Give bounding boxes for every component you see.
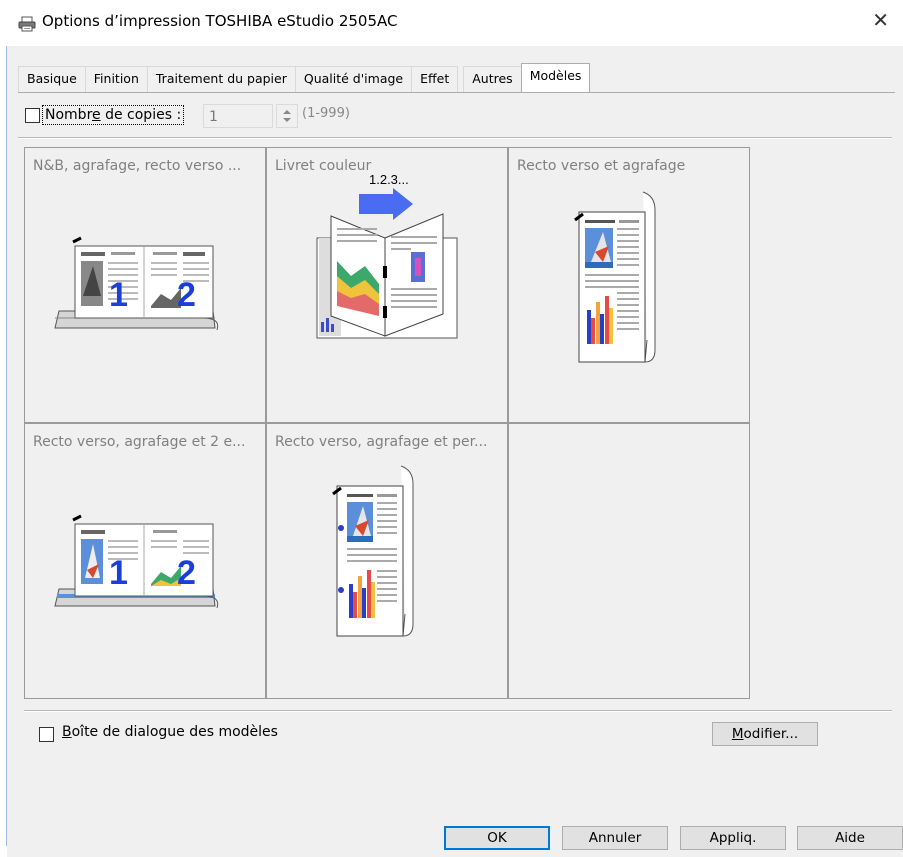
- duplex-staple-punch-icon: [332, 465, 414, 637]
- templates-dialog-label: Boîte de dialogue des modèles: [62, 724, 278, 740]
- modify-button[interactable]: Modifier...: [712, 722, 818, 746]
- template-tile-duplex-staple-2up[interactable]: Recto verso, agrafage et 2 e... 1 2: [24, 423, 266, 699]
- template-tile-empty[interactable]: [508, 423, 750, 699]
- spinner-down-icon[interactable]: [283, 118, 291, 122]
- printer-icon: [18, 16, 36, 36]
- separator: [24, 710, 892, 712]
- tab-traitement-papier[interactable]: Traitement du papier: [146, 66, 296, 92]
- duplex-staple-2up-icon: 1 2: [54, 514, 219, 609]
- copies-checkbox[interactable]: [25, 108, 40, 123]
- tab-qualite-image[interactable]: Qualité d'image: [294, 66, 413, 92]
- window-title: Options d’impression TOSHIBA eStudio 250…: [42, 12, 398, 30]
- tab-strip: Basique Finition Traitement du papier Qu…: [18, 63, 591, 92]
- template-label: N&B, agrafage, recto verso ...: [33, 158, 242, 174]
- copies-range: (1-999): [302, 106, 350, 121]
- template-label: Recto verso, agrafage et 2 e...: [33, 434, 246, 450]
- tab-modeles[interactable]: Modèles: [520, 63, 591, 92]
- svg-text:2: 2: [177, 554, 196, 592]
- apply-button[interactable]: Appliq.: [680, 826, 786, 850]
- template-label: Recto verso et agrafage: [517, 158, 686, 174]
- tab-autres[interactable]: Autres: [463, 66, 522, 92]
- bw-staple-duplex-icon: 1 2: [54, 236, 219, 331]
- svg-text:1: 1: [109, 554, 128, 592]
- templates-dialog-checkbox[interactable]: [39, 727, 54, 742]
- title-bar: Options d’impression TOSHIBA eStudio 250…: [0, 0, 903, 46]
- svg-text:1: 1: [109, 276, 128, 314]
- template-tile-bw-staple-duplex[interactable]: N&B, agrafage, recto verso ... 1 2: [24, 147, 266, 423]
- ok-button[interactable]: OK: [444, 826, 550, 850]
- svg-text:2: 2: [177, 276, 196, 314]
- tab-finition[interactable]: Finition: [84, 66, 148, 92]
- copies-label: Nombre de copies :: [42, 105, 185, 125]
- spinner-up-icon[interactable]: [283, 110, 291, 114]
- duplex-staple-icon: [574, 191, 656, 363]
- help-button[interactable]: Aide: [797, 826, 903, 850]
- close-icon[interactable]: ✕: [872, 8, 889, 32]
- template-tile-duplex-staple[interactable]: Recto verso et agrafage: [508, 147, 750, 423]
- booklet-order-label: 1.2.3...: [369, 172, 409, 187]
- copies-spinner[interactable]: [276, 104, 298, 128]
- template-tile-color-booklet[interactable]: Livret couleur 1.2.3...: [266, 147, 508, 423]
- template-tile-duplex-staple-punch[interactable]: Recto verso, agrafage et per...: [266, 423, 508, 699]
- color-booklet-icon: 1.2.3...: [316, 172, 458, 339]
- templates-grid: N&B, agrafage, recto verso ... 1 2 Livre…: [24, 147, 752, 701]
- tab-effet[interactable]: Effet: [411, 66, 459, 92]
- copies-input[interactable]: 1: [203, 104, 273, 128]
- tab-basique[interactable]: Basique: [18, 66, 86, 92]
- cancel-button[interactable]: Annuler: [562, 826, 668, 850]
- template-label: Recto verso, agrafage et per...: [275, 434, 488, 450]
- separator: [18, 137, 892, 139]
